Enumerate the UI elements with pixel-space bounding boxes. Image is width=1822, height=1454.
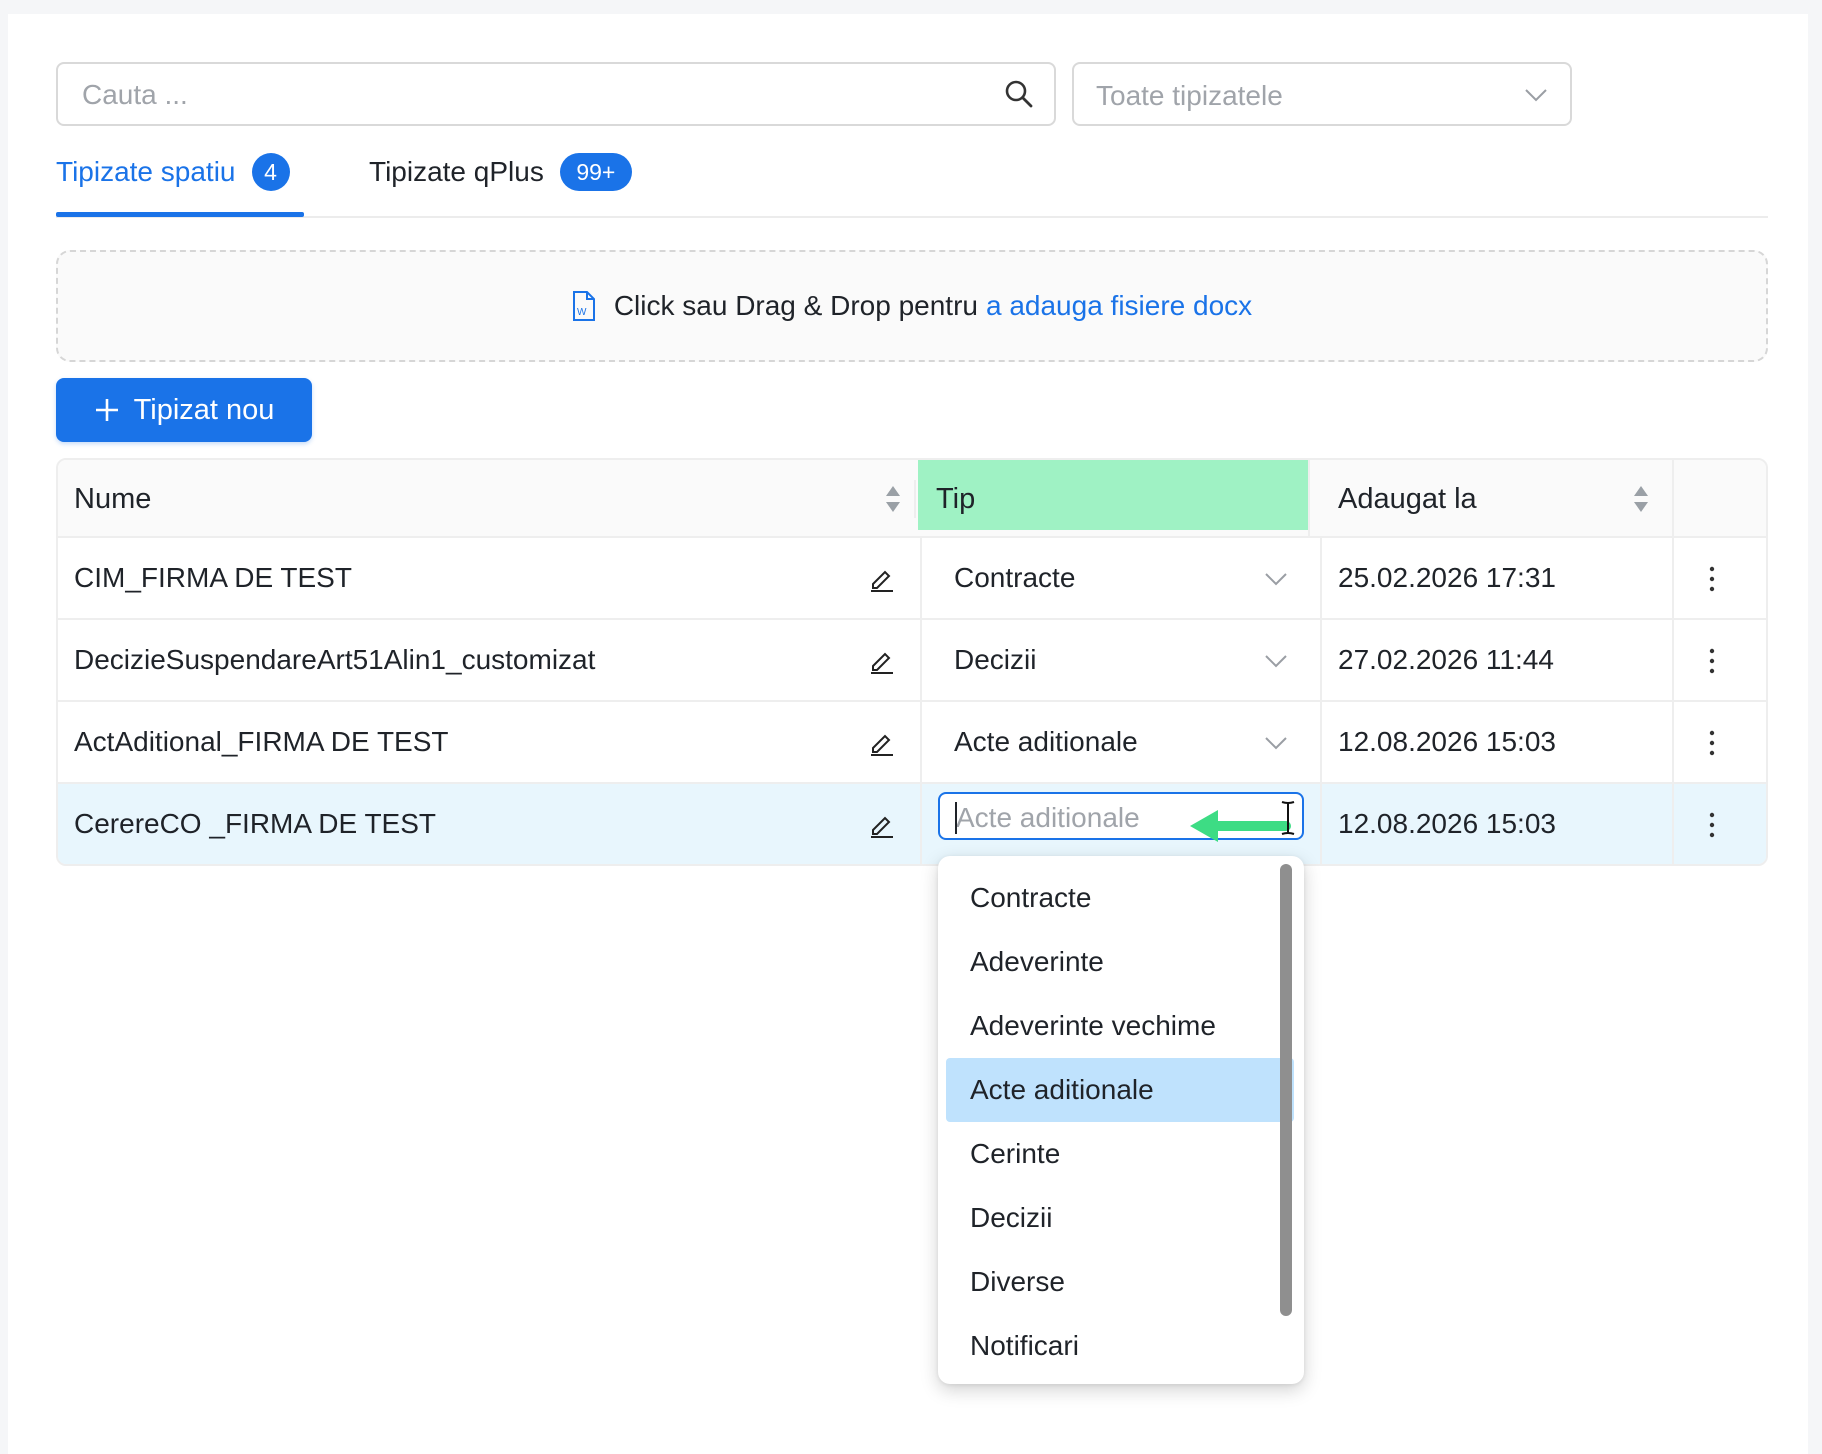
column-separator: [1672, 784, 1674, 864]
row-type-select[interactable]: Decizii: [954, 620, 1036, 700]
row-type-value: Contracte: [954, 562, 1076, 593]
dropdown-option-acte-aditionale[interactable]: Acte aditionale: [946, 1058, 1294, 1122]
new-template-label: Tipizat nou: [133, 393, 275, 426]
dropdown-option-notificari[interactable]: Notificari: [946, 1314, 1294, 1378]
row-added: 12.08.2026 15:03: [1338, 726, 1556, 757]
text-caret: [955, 802, 957, 834]
row-name: DecizieSuspendareArt51Alin1_customizat: [74, 644, 596, 675]
column-separator: [1320, 620, 1322, 700]
column-separator: [1672, 538, 1674, 618]
dropdown-option-decizii[interactable]: Decizii: [946, 1186, 1294, 1250]
chevron-down-icon[interactable]: [1264, 572, 1288, 586]
plus-icon: [95, 399, 118, 421]
column-separator: [1320, 702, 1322, 782]
dropdown-option-diverse[interactable]: Diverse: [946, 1250, 1294, 1314]
table-row[interactable]: ActAditional_FIRMA DE TEST Acte aditiona…: [58, 702, 1766, 784]
row-type-select[interactable]: Acte aditionale: [954, 702, 1138, 782]
column-separator: [914, 480, 916, 518]
chevron-down-icon[interactable]: [1264, 736, 1288, 750]
sort-icon[interactable]: [884, 484, 902, 514]
row-added: 12.08.2026 15:03: [1338, 808, 1556, 839]
type-dropdown-menu: Contracte Adeverinte Adeverinte vechime …: [938, 856, 1304, 1384]
dropdown-option-adeverinte[interactable]: Adeverinte: [946, 930, 1294, 994]
dropdown-option-cerinte[interactable]: Cerinte: [946, 1122, 1294, 1186]
svg-text:W: W: [577, 307, 587, 318]
column-separator: [920, 702, 922, 782]
chevron-down-icon: [1525, 89, 1547, 102]
count-badge: 99+: [559, 153, 632, 191]
dropzone-link[interactable]: a adauga fisiere docx: [986, 290, 1252, 322]
row-type-value: Decizii: [954, 644, 1037, 675]
templates-table: Nume Tip Adaugat la CIM_FIRMA DE TEST Co…: [56, 458, 1768, 866]
type-filter-select[interactable]: Toate tipizatele: [1072, 62, 1572, 126]
pencil-icon[interactable]: [868, 728, 896, 756]
row-name: CerereCO _FIRMA DE TEST: [74, 808, 437, 839]
header-type: Tip: [936, 482, 976, 515]
tab-label: Tipizate spatiu: [56, 156, 236, 187]
header-name: Nume: [74, 482, 152, 515]
pencil-icon[interactable]: [868, 646, 896, 674]
header-added: Adaugat la: [1338, 482, 1477, 515]
row-added: 25.02.2026 17:31: [1338, 562, 1556, 593]
column-separator: [1320, 538, 1322, 618]
new-template-button[interactable]: Tipizat nou: [56, 378, 312, 442]
row-type-value: Acte aditionale: [954, 726, 1138, 757]
table-header: Nume Tip Adaugat la: [58, 460, 1766, 538]
text-cursor-icon: [1281, 801, 1295, 835]
column-separator: [1672, 460, 1674, 538]
row-type-placeholder: Acte aditionale: [956, 802, 1140, 833]
row-name: ActAditional_FIRMA DE TEST: [74, 726, 449, 757]
type-filter-placeholder: Toate tipizatele: [1096, 80, 1283, 111]
table-row[interactable]: DecizieSuspendareArt51Alin1_customizat D…: [58, 620, 1766, 702]
column-separator: [1320, 784, 1322, 864]
sort-icon[interactable]: [1632, 484, 1650, 514]
column-separator: [1672, 620, 1674, 700]
tip-header-highlight: [918, 460, 1308, 530]
pencil-icon[interactable]: [868, 564, 896, 592]
column-separator: [920, 784, 922, 864]
more-vertical-icon[interactable]: [1708, 648, 1716, 674]
row-type-select[interactable]: Contracte: [954, 538, 1075, 618]
word-document-icon: W: [572, 291, 595, 321]
search-input[interactable]: [80, 64, 984, 126]
active-tab-indicator: [56, 212, 304, 217]
more-vertical-icon[interactable]: [1708, 730, 1716, 756]
dropdown-scrollbar[interactable]: [1280, 864, 1292, 1316]
tab-tipizate-qplus[interactable]: Tipizate qPlus 99+: [369, 152, 632, 192]
dropzone-text: Click sau Drag & Drop pentru: [613, 290, 978, 321]
column-separator: [920, 538, 922, 618]
search-box[interactable]: [56, 62, 1056, 126]
row-added: 27.02.2026 11:44: [1338, 644, 1554, 675]
column-separator: [1672, 702, 1674, 782]
dropdown-option-adeverinte-vechime[interactable]: Adeverinte vechime: [946, 994, 1294, 1058]
more-vertical-icon[interactable]: [1708, 812, 1716, 838]
search-icon[interactable]: [1004, 79, 1034, 109]
table-row[interactable]: CIM_FIRMA DE TEST Contracte 25.02.2026 1…: [58, 538, 1766, 620]
tab-tipizate-spatiu[interactable]: Tipizate spatiu 4: [56, 152, 290, 192]
tabs-divider: [56, 216, 1768, 218]
docx-dropzone[interactable]: W Click sau Drag & Drop pentru a adauga …: [56, 250, 1768, 362]
column-separator: [920, 620, 922, 700]
tab-label: Tipizate qPlus: [369, 156, 544, 187]
row-name: CIM_FIRMA DE TEST: [74, 562, 352, 593]
table-row-selected[interactable]: CerereCO _FIRMA DE TEST Acte aditionale …: [58, 784, 1766, 864]
column-separator: [1308, 460, 1310, 538]
pencil-icon[interactable]: [868, 810, 896, 838]
more-vertical-icon[interactable]: [1708, 566, 1716, 592]
dropdown-option-contracte[interactable]: Contracte: [946, 866, 1294, 930]
chevron-down-icon[interactable]: [1264, 654, 1288, 668]
count-badge: 4: [251, 153, 290, 191]
